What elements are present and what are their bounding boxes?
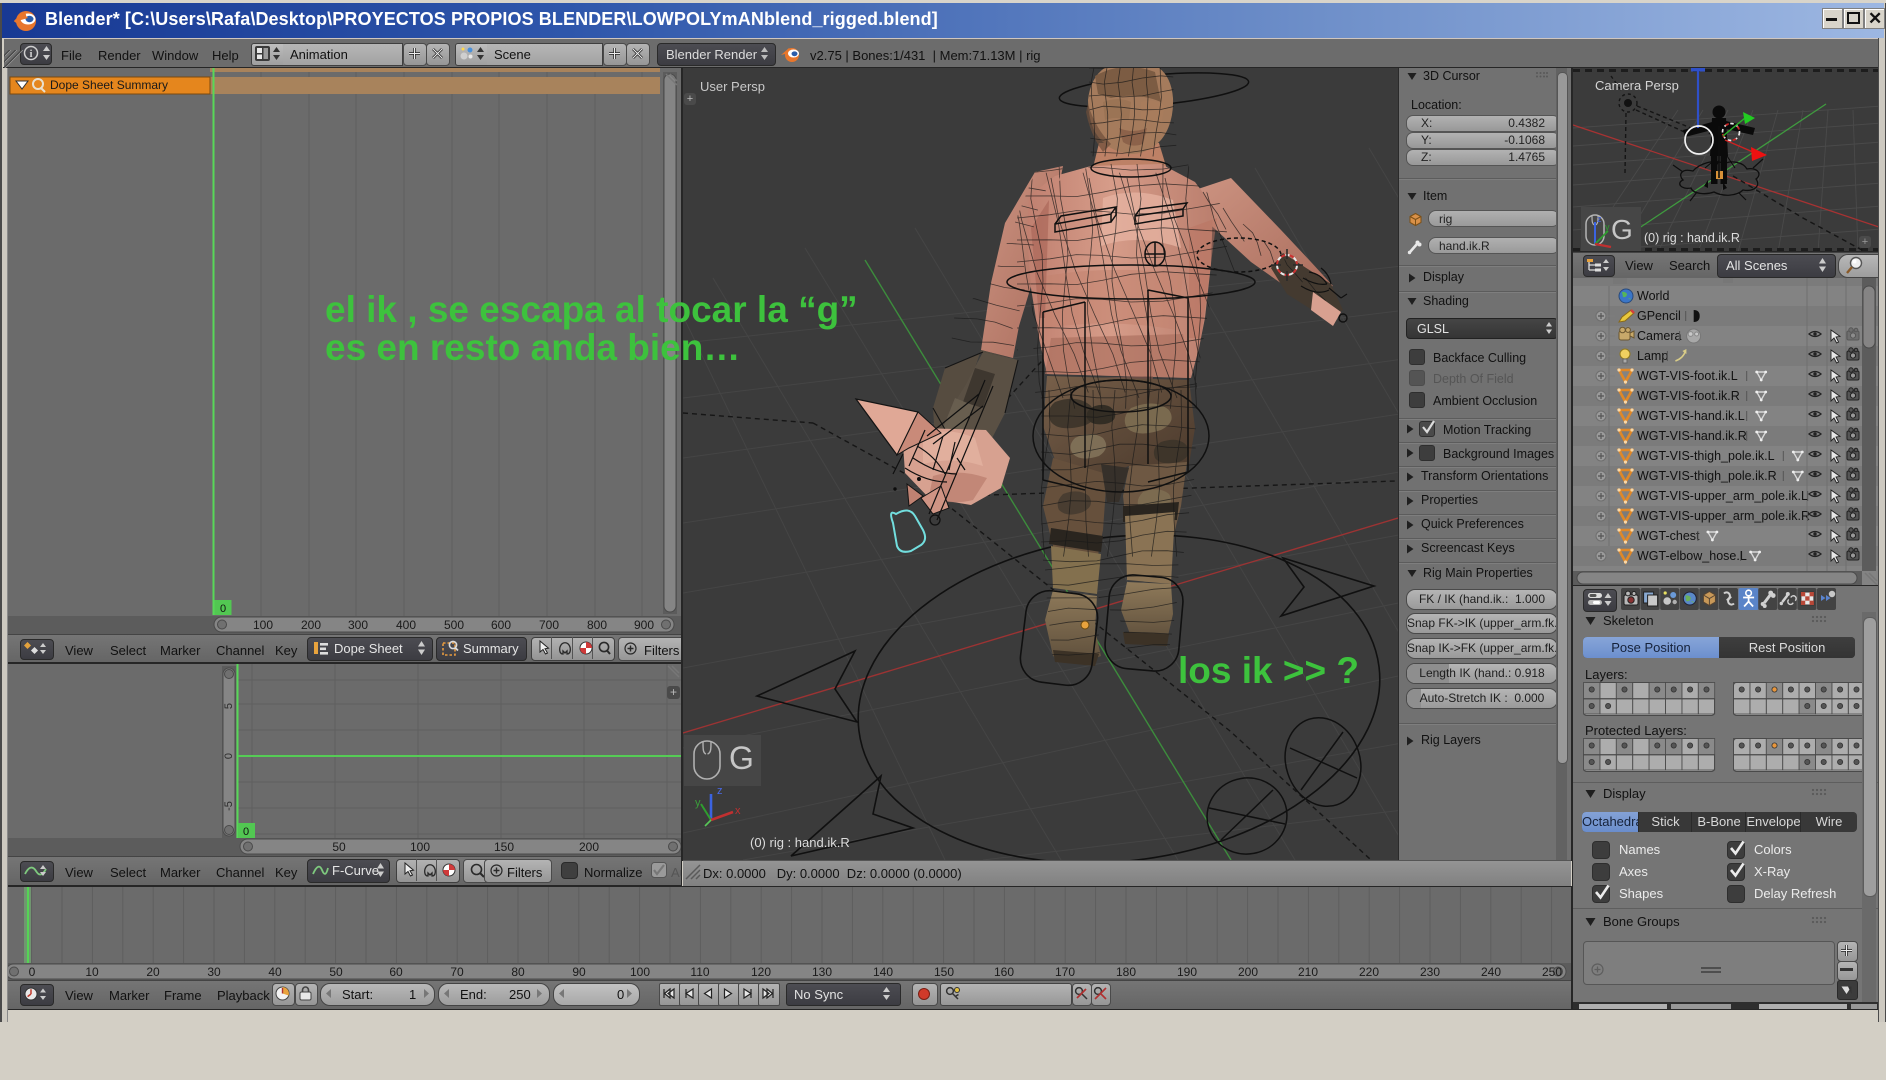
svg-text:50: 50 <box>332 840 346 854</box>
svg-text:160: 160 <box>994 965 1014 979</box>
svg-text:WGT-VIS-upper_arm_pole.ik.R: WGT-VIS-upper_arm_pole.ik.R <box>1637 509 1810 523</box>
svg-text:50: 50 <box>329 965 343 979</box>
svg-text:60: 60 <box>389 965 403 979</box>
svg-text:WGT-chest: WGT-chest <box>1637 529 1700 543</box>
svg-text:x: x <box>735 805 741 817</box>
svg-text:100: 100 <box>410 840 430 854</box>
svg-text:500: 500 <box>444 618 464 632</box>
svg-text:70: 70 <box>450 965 464 979</box>
svg-text:WGT-VIS-thigh_pole.ik.R: WGT-VIS-thigh_pole.ik.R <box>1637 469 1777 483</box>
svg-text:Camera: Camera <box>1637 329 1682 343</box>
svg-text:200: 200 <box>579 840 599 854</box>
svg-text:400: 400 <box>396 618 416 632</box>
svg-text:110: 110 <box>690 965 709 979</box>
svg-text:WGT-VIS-foot.ik.R: WGT-VIS-foot.ik.R <box>1637 389 1740 403</box>
svg-text:World: World <box>1637 289 1669 303</box>
svg-text:y: y <box>695 797 701 809</box>
svg-text:150: 150 <box>494 840 514 854</box>
svg-text:WGT-VIS-upper_arm_pole.ik.L: WGT-VIS-upper_arm_pole.ik.L <box>1637 489 1808 503</box>
svg-text:Dope Sheet Summary: Dope Sheet Summary <box>50 78 168 92</box>
svg-text:250: 250 <box>1542 965 1562 979</box>
svg-text:30: 30 <box>207 965 221 979</box>
svg-text:WGT-VIS-hand.ik.L: WGT-VIS-hand.ik.L <box>1637 409 1745 423</box>
svg-text:600: 600 <box>491 618 511 632</box>
svg-text:0: 0 <box>223 753 235 759</box>
svg-text:180: 180 <box>1116 965 1136 979</box>
svg-text:WGT-VIS-thigh_pole.ik.L: WGT-VIS-thigh_pole.ik.L <box>1637 449 1775 463</box>
svg-text:0: 0 <box>220 603 226 615</box>
svg-text:700: 700 <box>539 618 559 632</box>
svg-text:20: 20 <box>146 965 160 979</box>
svg-text:z: z <box>1597 214 1602 224</box>
svg-text:GPencil: GPencil <box>1637 309 1681 323</box>
svg-text:800: 800 <box>587 618 607 632</box>
svg-text:140: 140 <box>873 965 893 979</box>
svg-text:40: 40 <box>268 965 282 979</box>
svg-text:300: 300 <box>348 618 368 632</box>
svg-text:130: 130 <box>812 965 832 979</box>
svg-text:200: 200 <box>1238 965 1258 979</box>
svg-text:120: 120 <box>751 965 771 979</box>
svg-text:190: 190 <box>1177 965 1197 979</box>
svg-text:10: 10 <box>85 965 99 979</box>
svg-text:210: 210 <box>1298 965 1318 979</box>
svg-text:90: 90 <box>572 965 586 979</box>
svg-text:WGT-VIS-hand.ik.R: WGT-VIS-hand.ik.R <box>1637 429 1747 443</box>
svg-text:Lamp: Lamp <box>1637 349 1668 363</box>
svg-text:200: 200 <box>301 618 321 632</box>
svg-text:WGT-VIS-foot.ik.L: WGT-VIS-foot.ik.L <box>1637 369 1738 383</box>
svg-text:900: 900 <box>634 618 654 632</box>
svg-text:100: 100 <box>630 965 650 979</box>
svg-text:0: 0 <box>29 965 36 979</box>
svg-text:WGT-elbow_hose.L: WGT-elbow_hose.L <box>1637 549 1747 563</box>
svg-text:150: 150 <box>934 965 954 979</box>
svg-text:230: 230 <box>1420 965 1440 979</box>
svg-text:0: 0 <box>243 826 249 838</box>
svg-text:80: 80 <box>511 965 525 979</box>
svg-text:i: i <box>29 48 32 60</box>
svg-text:220: 220 <box>1359 965 1379 979</box>
svg-text:-5: -5 <box>223 801 235 811</box>
svg-text:5: 5 <box>223 703 235 709</box>
svg-text:240: 240 <box>1481 965 1501 979</box>
svg-text:z: z <box>717 785 723 797</box>
svg-text:100: 100 <box>253 618 273 632</box>
svg-text:170: 170 <box>1055 965 1075 979</box>
